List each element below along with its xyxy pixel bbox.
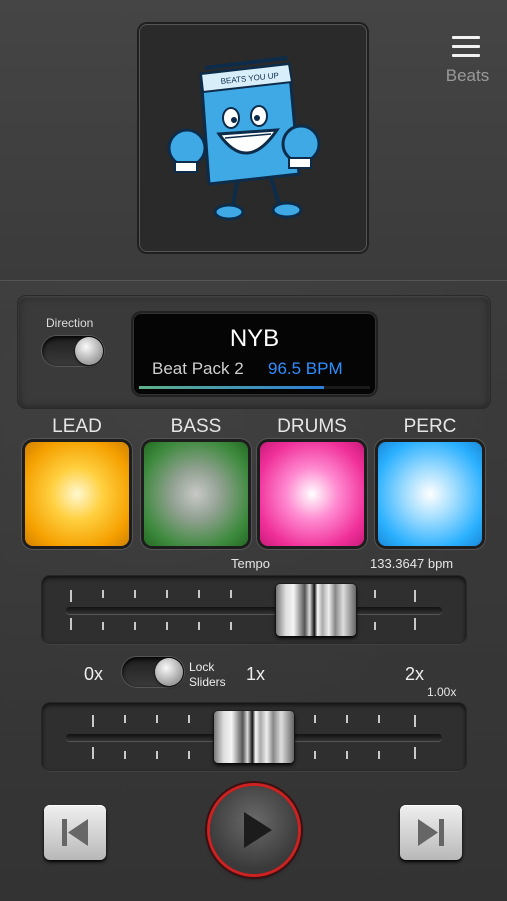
track-progress-bar — [139, 386, 370, 389]
tempo-slider[interactable] — [42, 576, 466, 644]
multiplier-slider[interactable] — [42, 703, 466, 771]
skip-back-icon — [62, 819, 88, 846]
lead-pad[interactable] — [25, 442, 129, 546]
track-bpm: 96.5 BPM — [268, 359, 343, 378]
play-icon — [244, 812, 272, 848]
beats-menu-button[interactable]: Beats — [440, 30, 495, 86]
multiplier-mid-label: 1x — [246, 664, 266, 684]
multiplier-max-label: 2x — [405, 664, 425, 684]
perc-pad[interactable] — [378, 442, 482, 546]
tempo-label: Tempo — [231, 556, 271, 571]
multiplier-slider-thumb[interactable] — [214, 711, 294, 763]
pad-label-drums: DRUMS — [277, 416, 347, 437]
album-art: BEATS YOU UP — [139, 24, 367, 252]
toggle-knob — [75, 337, 103, 365]
lock-sliders-label: Lock Sliders — [189, 660, 226, 689]
boxing-record-crate-mascot-icon: BEATS YOU UP — [167, 56, 321, 221]
next-button[interactable] — [400, 805, 462, 860]
lock-sliders-toggle[interactable] — [122, 657, 184, 687]
multiplier-min-label: 0x — [84, 664, 104, 684]
beats-menu-label: Beats — [445, 66, 490, 85]
direction-toggle[interactable] — [42, 336, 104, 366]
beat-pack-name: Beat Pack 2 — [152, 359, 244, 378]
play-button[interactable] — [210, 786, 298, 874]
track-title: NYB — [229, 325, 280, 352]
previous-button[interactable] — [44, 805, 106, 860]
pad-label-lead: LEAD — [52, 416, 102, 437]
multiplier-value: 1.00x — [427, 685, 457, 699]
drums-pad[interactable] — [260, 442, 364, 546]
pad-label-perc: PERC — [403, 416, 457, 437]
bass-pad[interactable] — [144, 442, 248, 546]
tempo-slider-thumb[interactable] — [276, 584, 356, 636]
hamburger-menu-icon — [452, 36, 480, 58]
track-progress-fill — [139, 386, 324, 389]
tempo-slider-track — [66, 607, 442, 614]
tempo-value: 133.3647 bpm — [370, 556, 454, 571]
track-display: NYB Beat Pack 2 96.5 BPM — [133, 313, 376, 395]
direction-label: Direction — [46, 316, 94, 330]
skip-forward-icon — [418, 819, 444, 846]
toggle-knob — [155, 658, 183, 686]
pad-label-bass: BASS — [170, 416, 222, 437]
